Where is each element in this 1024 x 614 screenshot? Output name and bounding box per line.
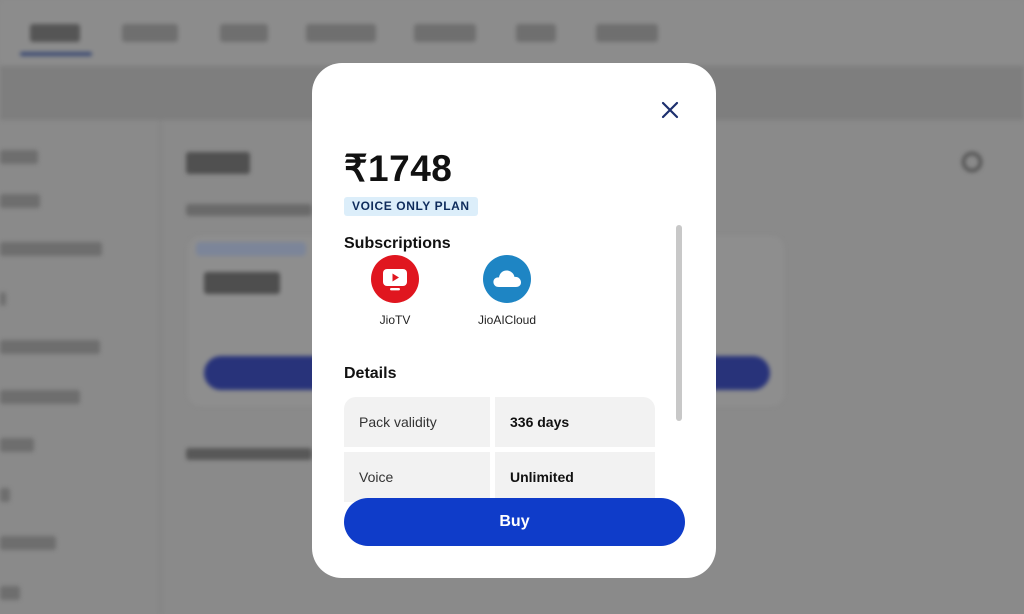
top-nav-bar — [0, 0, 1024, 64]
plan-modal: ₹1748 VOICE ONLY PLAN Subscriptions JioT… — [312, 63, 716, 578]
details-value: 336 days — [495, 397, 655, 447]
top-nav-item — [516, 24, 556, 42]
details-key: Pack validity — [344, 397, 490, 447]
subscription-label: JioAICloud — [477, 313, 537, 327]
subscription-jiotv[interactable]: JioTV — [345, 255, 445, 327]
top-nav-item — [30, 24, 80, 42]
side-menu-row — [0, 150, 38, 164]
cloud-icon — [483, 255, 531, 303]
top-nav-item — [596, 24, 658, 42]
plan-price: ₹1748 — [344, 148, 453, 189]
section-heading — [186, 152, 250, 174]
side-menu-row — [0, 242, 102, 256]
buy-button[interactable]: Buy — [344, 498, 685, 546]
section-heading-2 — [186, 448, 312, 460]
side-menu-row — [0, 292, 6, 306]
scrollbar-thumb[interactable] — [676, 225, 682, 421]
details-key: Voice — [344, 452, 490, 502]
side-menu-row — [0, 194, 40, 208]
subscription-label: JioTV — [379, 313, 411, 327]
top-nav-item — [122, 24, 178, 42]
top-nav-item — [220, 24, 268, 42]
subscription-jioaicloud[interactable]: JioAICloud — [457, 255, 557, 327]
side-menu-row — [0, 488, 10, 502]
side-divider — [160, 120, 161, 614]
plan-card-price — [204, 272, 280, 294]
details-value: Unlimited — [495, 452, 655, 502]
side-menu-row — [0, 536, 56, 550]
tv-play-icon — [371, 255, 419, 303]
side-menu-row — [0, 586, 20, 600]
top-nav-item — [414, 24, 476, 42]
plan-type-badge: VOICE ONLY PLAN — [344, 197, 478, 216]
side-menu-row — [0, 340, 100, 354]
search-icon — [962, 152, 982, 172]
details-table: Pack validity 336 days Voice Unlimited — [344, 397, 670, 507]
details-row: Voice Unlimited — [344, 452, 670, 502]
details-heading: Details — [344, 365, 397, 382]
top-nav-item — [306, 24, 376, 42]
side-menu-row — [0, 438, 34, 452]
section-subtext — [186, 204, 312, 216]
side-menu-row — [0, 390, 80, 404]
subscriptions-heading: Subscriptions — [344, 235, 451, 252]
details-row: Pack validity 336 days — [344, 397, 670, 447]
plan-card-badge — [196, 242, 306, 256]
close-button[interactable] — [657, 97, 683, 123]
modal-scrollbar[interactable] — [674, 221, 683, 521]
top-nav-underline — [20, 52, 92, 56]
close-icon — [661, 101, 679, 119]
